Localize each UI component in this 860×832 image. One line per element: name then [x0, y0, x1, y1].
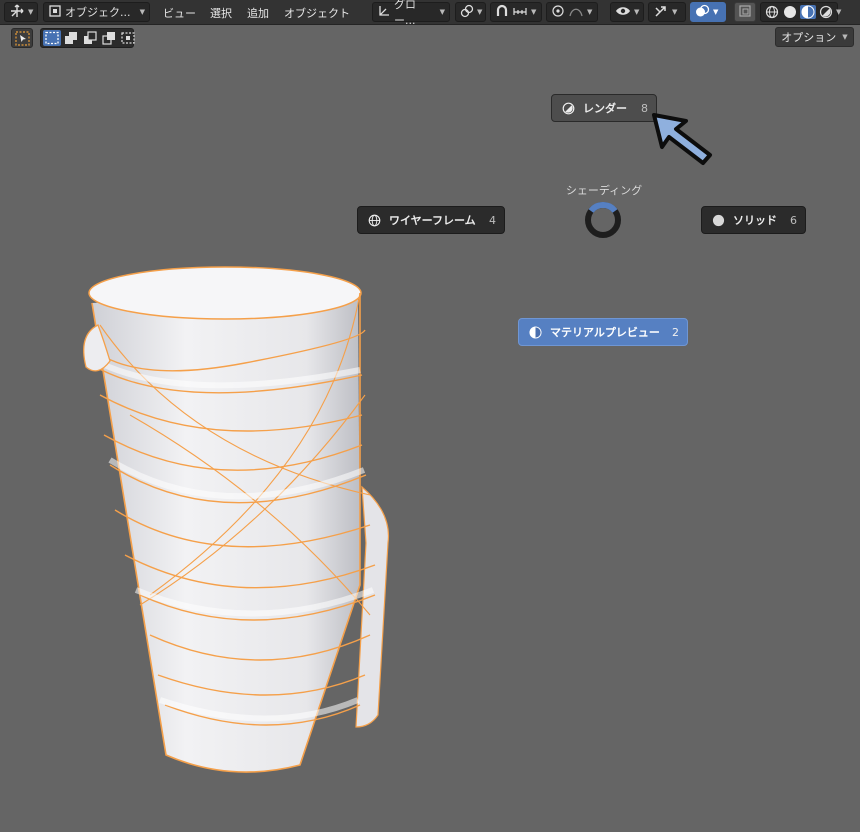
- snap-group[interactable]: ▼: [490, 2, 542, 22]
- select-intersect-icon[interactable]: [119, 30, 137, 46]
- pie-material-preview-shortcut: 2: [672, 325, 679, 339]
- pie-menu-title: シェーディング: [565, 184, 643, 197]
- overlay-icon: [695, 4, 710, 21]
- increment-icon: [512, 4, 528, 21]
- select-invert-icon[interactable]: [100, 30, 118, 46]
- mode-selector[interactable]: オブジェク... ▼: [43, 2, 150, 22]
- select-new-icon[interactable]: [43, 30, 61, 46]
- chevron-down-icon: ▼: [439, 8, 445, 16]
- gizmo-toggle[interactable]: ▼: [648, 2, 686, 22]
- falloff-curve-icon: [568, 4, 584, 21]
- xray-icon: [739, 4, 751, 20]
- select-subtract-icon[interactable]: [81, 30, 99, 46]
- pivot-point-button[interactable]: ▼: [455, 2, 486, 22]
- options-label: オプション: [781, 31, 837, 44]
- pie-wireframe-label: ワイヤーフレーム: [389, 214, 476, 227]
- select-mode-group: [40, 28, 137, 48]
- transform-orientation-selector[interactable]: グロー... ▼: [372, 0, 450, 27]
- wireframe-shading-icon[interactable]: [764, 5, 780, 19]
- select-cursor-icon: [15, 31, 30, 49]
- chevron-down-icon: ▼: [477, 8, 483, 16]
- rendered-shading-icon: [562, 102, 575, 115]
- chevron-down-icon[interactable]: ▼: [836, 8, 841, 16]
- chevron-down-icon: ▼: [587, 8, 593, 16]
- viewport-header: ▼ オブジェク... ▼ ビュー 選択 追加 オブジェクト グロー... ▼ ▼…: [0, 0, 860, 27]
- pie-solid-label: ソリッド: [733, 214, 777, 227]
- pie-material-preview-button[interactable]: マテリアルプレビュー 2: [518, 318, 688, 346]
- solid-shading-icon[interactable]: [782, 5, 798, 19]
- pie-wireframe-button[interactable]: ワイヤーフレーム 4: [357, 206, 505, 234]
- solid-shading-icon: [712, 214, 725, 227]
- chevron-down-icon: ▼: [713, 8, 719, 16]
- menu-add[interactable]: 追加: [247, 5, 269, 21]
- pie-solid-button[interactable]: ソリッド 6: [701, 206, 806, 234]
- axes-icon: [377, 4, 391, 21]
- chevron-down-icon: ▼: [139, 8, 145, 16]
- select-tool-button[interactable]: [11, 28, 33, 48]
- chevron-down-icon: ▼: [531, 8, 537, 16]
- chevron-down-icon: ▼: [634, 8, 640, 16]
- pie-render-button[interactable]: レンダー 8: [551, 94, 657, 122]
- annotation-arrow-icon: [652, 113, 712, 165]
- eye-icon: [615, 4, 631, 21]
- wireframe-shading-icon: [368, 214, 381, 227]
- proportional-edit-icon: [551, 4, 565, 21]
- transform-orientation-label: グロー...: [394, 0, 416, 27]
- options-dropdown[interactable]: オプション ▼: [775, 27, 854, 47]
- pie-direction-ring: [585, 202, 621, 238]
- wrapped-cylinder-mesh[interactable]: [70, 265, 400, 785]
- chevron-down-icon: ▼: [672, 8, 678, 16]
- select-extend-icon[interactable]: [62, 30, 80, 46]
- shading-mode-group: ▼: [760, 2, 841, 22]
- material-shading-icon[interactable]: [800, 5, 816, 19]
- pie-wireframe-shortcut: 4: [489, 213, 496, 227]
- pie-material-preview-label: マテリアルプレビュー: [550, 326, 660, 339]
- object-mode-icon: [48, 4, 62, 21]
- magnet-icon: [495, 4, 509, 21]
- overlay-toggle[interactable]: ▼: [690, 2, 726, 22]
- pie-solid-shortcut: 6: [790, 213, 797, 227]
- menu-object[interactable]: オブジェクト: [284, 5, 350, 21]
- chevron-down-icon: ▼: [28, 8, 34, 16]
- link-icon: [460, 4, 474, 21]
- editor-type-button[interactable]: ▼: [4, 2, 38, 22]
- transform-gizmo-icon: [9, 4, 25, 21]
- rendered-shading-icon[interactable]: [818, 5, 834, 19]
- xray-toggle[interactable]: [734, 2, 756, 22]
- mode-label: オブジェク...: [65, 6, 131, 19]
- gizmo-icon: [653, 4, 669, 21]
- pie-render-label: レンダー: [583, 102, 627, 115]
- proportional-edit-group[interactable]: ▼: [546, 2, 598, 22]
- material-shading-icon: [529, 325, 542, 339]
- menu-select[interactable]: 選択: [210, 5, 232, 21]
- chevron-down-icon: ▼: [842, 33, 848, 41]
- menu-view[interactable]: ビュー: [163, 5, 196, 21]
- visibility-button[interactable]: ▼: [610, 2, 644, 22]
- pie-render-shortcut: 8: [641, 101, 648, 115]
